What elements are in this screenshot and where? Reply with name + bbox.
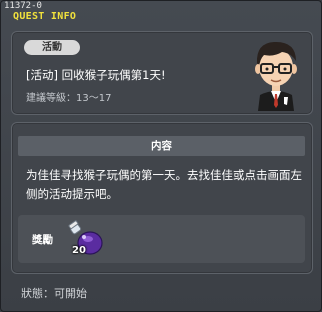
reward-label: 獎勵: [32, 234, 53, 246]
reward-quantity: 20: [72, 245, 86, 256]
reward-section: 獎勵 20: [18, 215, 305, 263]
npc-portrait-icon: [255, 41, 297, 111]
content-header: 内容: [18, 136, 305, 156]
quest-content-panel: 内容 为佳佳寻找猴子玩偶的第一天。去找佳佳或点击画面左侧的活动提示吧。 獎勵 2…: [11, 122, 313, 274]
quest-level-requirement: 建議等級：13～17: [26, 93, 112, 104]
quest-description: 为佳佳寻找猴子玩偶的第一天。去找佳佳或点击画面左侧的活动提示吧。: [26, 168, 302, 201]
quest-status: 狀態：可開始: [21, 287, 87, 300]
quest-id: 11372-0: [4, 1, 42, 11]
window-title[interactable]: QUEST INFO: [13, 11, 76, 23]
quest-info-window: 11372-0 QUEST INFO 活動 [活动] 回收猴子玩偶第1天! 建議…: [0, 0, 322, 312]
quest-type-tag: 活動: [24, 40, 80, 55]
quest-summary-panel: 活動 [活动] 回收猴子玩偶第1天! 建議等級：13～17: [11, 31, 313, 115]
quest-name: [活动] 回收猴子玩偶第1天!: [26, 68, 166, 82]
